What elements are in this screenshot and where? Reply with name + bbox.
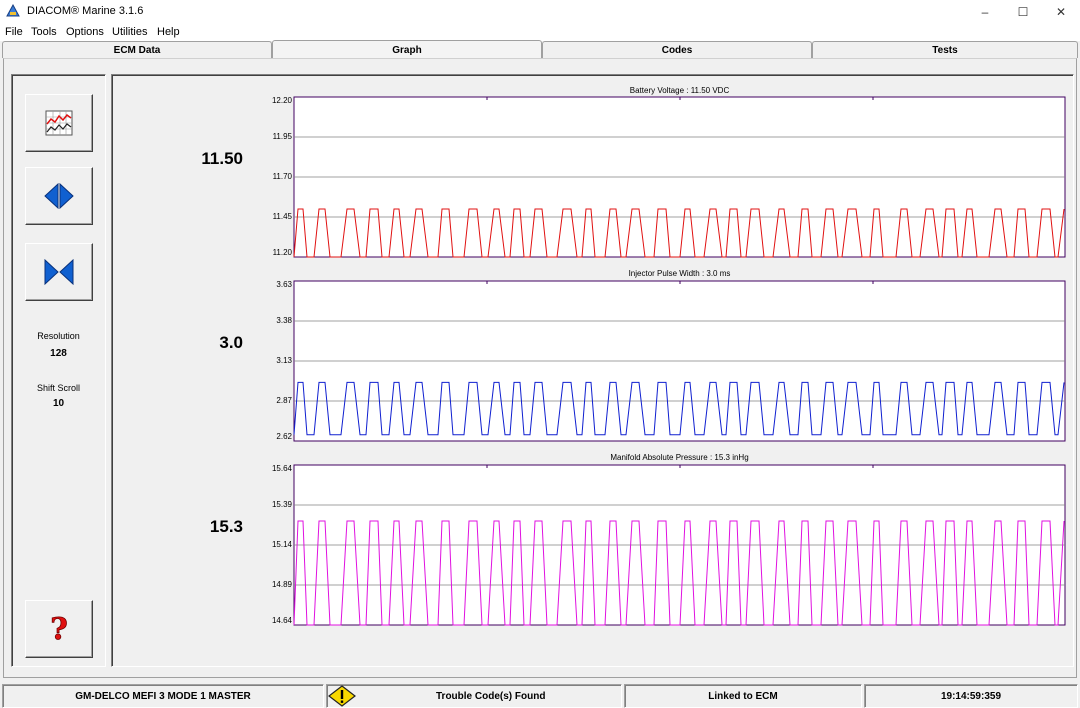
graph-settings-icon [45,110,73,136]
tick-label: 3.63 [276,280,292,289]
expand-icon [44,183,74,209]
ecm-type-status: GM-DELCO MEFI 3 MODE 1 MASTER [2,684,324,708]
tick-label: 2.62 [276,432,292,441]
tick-label: 11.45 [272,212,292,221]
tick-label: 11.95 [272,132,292,141]
svg-text:?: ? [50,613,68,645]
help-icon: ? [50,613,68,645]
link-status: Linked to ECM [624,684,862,708]
manifold-pressure-graph [293,464,1066,626]
tick-label: 3.38 [276,316,292,325]
menu-help[interactable]: Help [157,26,180,38]
tick-label: 11.20 [272,248,292,257]
tab-tests[interactable]: Tests [812,41,1078,58]
warning-icon [328,685,356,707]
battery-voltage-value: 11.50 [201,149,243,168]
menu-tools[interactable]: Tools [31,26,57,38]
menu-utilities[interactable]: Utilities [112,26,147,38]
help-button[interactable]: ? [25,600,93,658]
title-bar: DIACOM® Marine 3.1.6 – ☐ ✕ [0,0,1080,24]
tick-label: 12.20 [271,96,292,105]
tab-graph[interactable]: Graph [272,40,542,59]
tick-label: 15.39 [271,500,292,509]
trouble-code-text: Trouble Code(s) Found [436,690,546,702]
injector-pulse-width-title: Injector Pulse Width : 3.0 ms [628,269,731,278]
resolution-label: Resolution [37,331,80,341]
tab-ecm-data[interactable]: ECM Data [2,41,272,58]
battery-voltage-title: Battery Voltage : 11.50 VDC [629,86,730,95]
manifold-pressure-title: Manifold Absolute Pressure : 15.3 inHg [610,453,749,462]
menu-bar: File Tools Options Utilities Help [0,24,1080,41]
graph-settings-button[interactable] [25,94,93,152]
status-bar: GM-DELCO MEFI 3 MODE 1 MASTER Trouble Co… [0,684,1080,708]
shift-scroll-label: Shift Scroll [36,383,80,393]
tick-label: 15.64 [271,464,292,473]
compress-icon [44,259,74,285]
manifold-pressure-value: 15.3 [209,517,243,536]
menu-file[interactable]: File [5,26,23,38]
tick-label: 2.87 [276,396,292,405]
battery-voltage-graph [293,96,1066,258]
resolution-value: 128 [50,348,67,359]
tick-label: 15.14 [271,540,292,549]
menu-options[interactable]: Options [66,26,104,38]
tick-label: 14.89 [271,580,292,589]
left-control-panel [11,74,106,667]
shift-scroll-value: 10 [52,398,65,409]
tab-codes[interactable]: Codes [542,41,812,58]
tick-label: 14.64 [271,616,292,625]
tab-strip: ECM Data Graph Codes Tests [0,40,1080,59]
trouble-code-status[interactable]: Trouble Code(s) Found [326,684,622,708]
window-title: DIACOM® Marine 3.1.6 [27,5,144,17]
injector-pulse-width-value: 3.0 [219,333,243,352]
diacom-app-icon [6,4,20,17]
expand-graph-button[interactable] [25,167,93,225]
close-button[interactable]: ✕ [1038,0,1080,24]
compress-graph-button[interactable] [25,243,93,301]
tick-label: 11.70 [272,172,292,181]
time-status: 19:14:59:359 [864,684,1078,708]
injector-pulse-width-graph [293,280,1066,442]
tick-label: 3.13 [276,356,292,365]
